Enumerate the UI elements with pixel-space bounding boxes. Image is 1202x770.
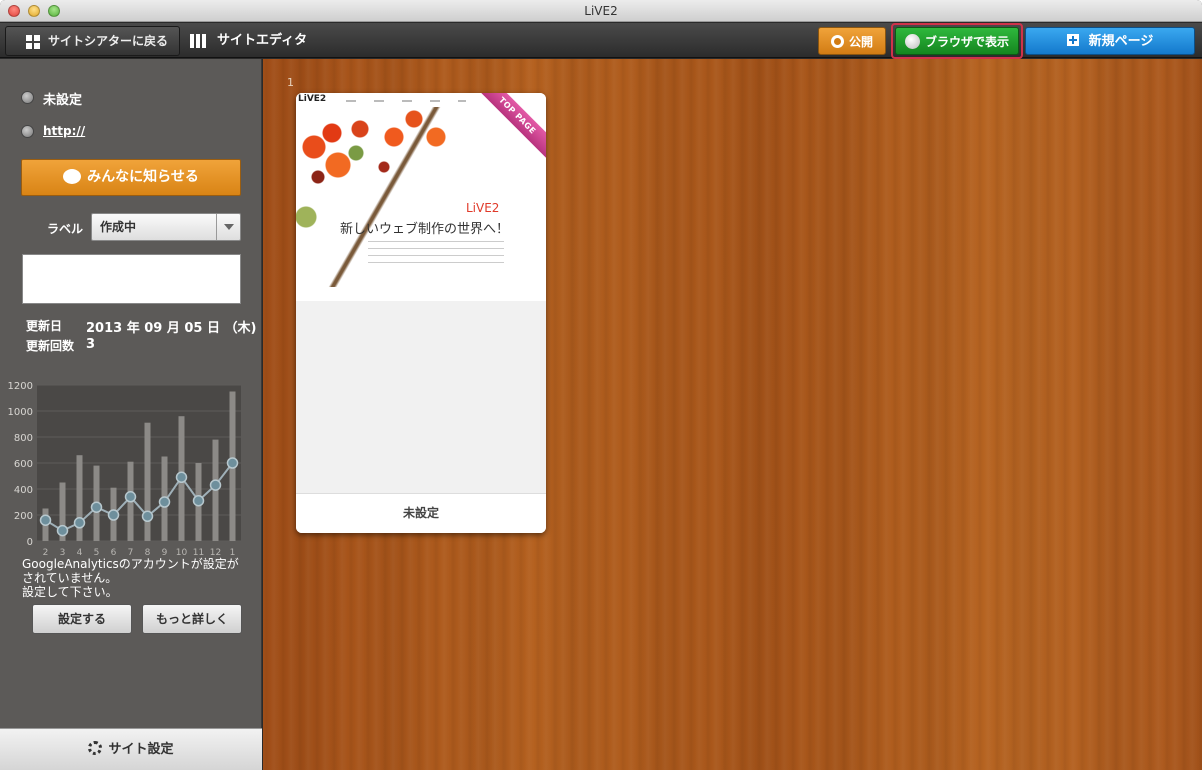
- grid-icon: [26, 35, 40, 49]
- site-name-globe-icon: [21, 91, 34, 104]
- label-select-value: 作成中: [100, 220, 137, 234]
- editor-title: サイトエディタ: [217, 33, 308, 48]
- window-title: LiVE2: [584, 4, 618, 18]
- back-to-theater-button[interactable]: サイトシアターに戻る: [5, 26, 180, 56]
- data-point: [192, 494, 205, 507]
- data-point: [209, 479, 222, 491]
- thumb-logo: LiVE2: [298, 94, 327, 104]
- notify-label: みんなに知らせる: [87, 169, 199, 185]
- publish-label: 公開: [848, 35, 873, 49]
- columns-icon: [190, 34, 206, 48]
- thumb-headline: 新しいウェブ制作の世界へ！: [340, 222, 510, 237]
- globe-icon: [904, 34, 920, 49]
- site-url-globe-icon: [21, 125, 34, 138]
- site-settings-button[interactable]: サイト設定: [0, 728, 262, 770]
- site-url-link[interactable]: http://: [43, 124, 85, 138]
- data-point: [158, 496, 171, 508]
- data-point: [56, 524, 69, 537]
- toolbar: サイトシアターに戻る サイトエディタ 公開 ブラウザで表示 新規ページ: [0, 23, 1202, 59]
- data-point: [124, 491, 137, 503]
- view-in-browser-button[interactable]: ブラウザで表示: [895, 27, 1019, 55]
- title-bar: LiVE2: [0, 0, 1202, 22]
- app-window: LiVE2 サイトシアターに戻る サイトエディタ 公開 ブラウザで表示 新規ペー…: [0, 0, 1202, 770]
- y-tick-label: 200: [14, 511, 33, 522]
- plus-icon: [1066, 34, 1079, 46]
- back-button-label: サイトシアターに戻る: [48, 34, 169, 48]
- update-count-caption: 更新回数: [26, 339, 75, 353]
- y-tick-label: 0: [27, 537, 33, 548]
- updated-value: 2013 年 09 月 05 日 （木): [86, 321, 257, 336]
- publish-button[interactable]: 公開: [818, 27, 886, 55]
- sidebar: 未設定 http:// みんなに知らせる ラベル 作成中 更新日 2013 年 …: [0, 59, 262, 770]
- data-point: [226, 457, 239, 469]
- memo-textarea[interactable]: [22, 254, 241, 304]
- new-page-button[interactable]: 新規ページ: [1025, 27, 1195, 55]
- data-point: [175, 471, 188, 484]
- browser-button-label: ブラウザで表示: [924, 35, 1009, 49]
- close-window-button[interactable]: [8, 5, 20, 17]
- label-caption: ラベル: [47, 222, 84, 236]
- new-page-label: 新規ページ: [1088, 34, 1154, 49]
- data-point: [107, 509, 120, 521]
- thumb-body-text: [368, 241, 504, 269]
- data-point: [90, 501, 103, 513]
- site-settings-label: サイト設定: [108, 742, 174, 757]
- setup-analytics-button[interactable]: 設定する: [32, 604, 132, 634]
- thumb-brand: LiVE2: [466, 201, 500, 215]
- analytics-chart: 120010008006004002000 2 3 4 5 6 7 8 9 10 11 12 1: [8, 381, 241, 557]
- page-card-name: 未設定: [296, 493, 546, 533]
- updated-caption: 更新日: [26, 319, 63, 333]
- chevron-down-icon: [216, 214, 240, 240]
- data-point: [73, 517, 86, 529]
- notify-everyone-button[interactable]: みんなに知らせる: [21, 159, 241, 196]
- y-tick-label: 400: [14, 485, 33, 496]
- y-tick-label: 1200: [8, 381, 33, 392]
- ga-message-line3: 設定して下さい。: [22, 585, 118, 599]
- zoom-window-button[interactable]: [48, 5, 60, 17]
- speech-bubble-icon: [63, 169, 82, 184]
- thumb-nav: [346, 100, 466, 102]
- learn-more-button[interactable]: もっと詳しく: [142, 604, 242, 634]
- data-point: [141, 510, 154, 523]
- page-card-top[interactable]: LiVE2 LiVE2 新しいウェブ制作の世界へ！ 未設定 TOP PAGE: [296, 93, 546, 533]
- y-tick-label: 600: [14, 459, 33, 470]
- thumb-empty-area: [296, 301, 546, 493]
- page-number: 1: [287, 76, 294, 89]
- minimize-window-button[interactable]: [28, 5, 40, 17]
- page-thumbnail: LiVE2 LiVE2 新しいウェブ制作の世界へ！: [296, 93, 546, 301]
- y-tick-label: 800: [14, 433, 33, 444]
- bar: [144, 422, 151, 541]
- y-tick-label: 1000: [8, 407, 33, 418]
- data-point: [39, 514, 52, 526]
- gear-icon: [88, 741, 103, 755]
- label-select[interactable]: 作成中: [91, 213, 241, 241]
- update-count-value: 3: [86, 337, 96, 352]
- site-name: 未設定: [43, 93, 83, 108]
- publish-icon: [830, 35, 844, 48]
